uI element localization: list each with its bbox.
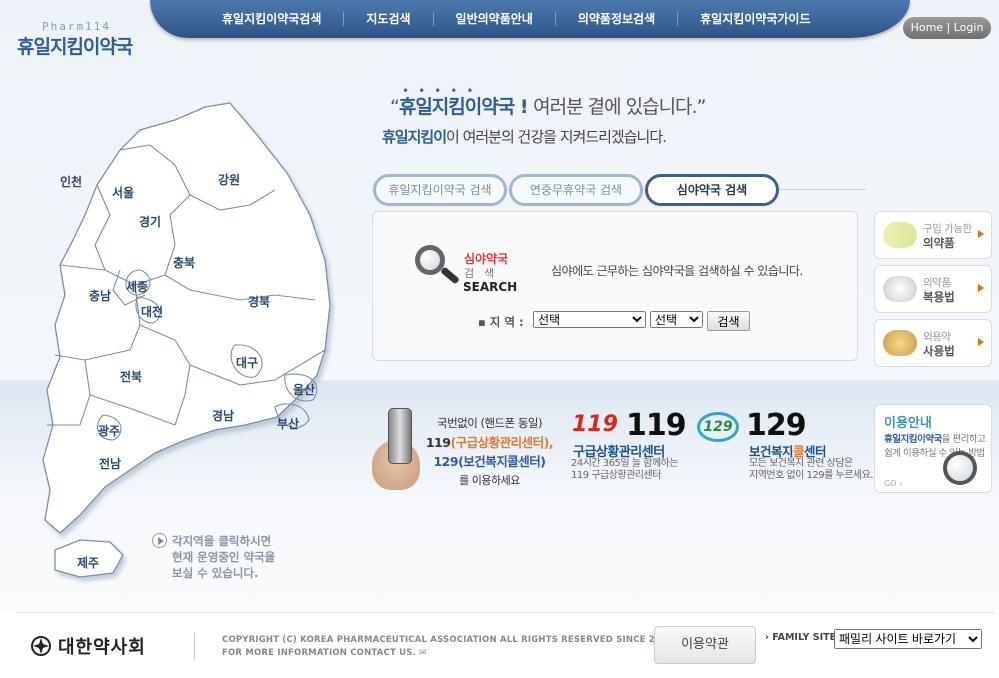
side-dosage[interactable]: 의약품 복용법 (874, 265, 992, 313)
region-jeju[interactable]: 제주 (77, 554, 99, 571)
region-daegu[interactable]: 대구 (236, 354, 258, 371)
region-gyeonggi[interactable]: 경기 (139, 213, 161, 230)
kpa-emblem-icon (31, 636, 51, 656)
nav-otc-guide[interactable]: 일반의약품안내 (432, 12, 555, 26)
region-gyeongbuk[interactable]: 경북 (248, 293, 270, 310)
slogan-line2: 휴일지킴이이 여러분의 건강을 지켜드리겠습니다. (382, 128, 667, 146)
region-chungbuk[interactable]: 충북 (173, 254, 195, 271)
copyright: COPYRIGHT (C) KOREA PHARMACEUTICAL ASSOC… (222, 635, 674, 658)
region-daejeon[interactable]: 대전 (141, 303, 163, 320)
region-jeonnam[interactable]: 전남 (99, 455, 121, 472)
129-logo: 129 (697, 412, 739, 442)
usage-guide-box[interactable]: 이용안내 휴일지킴이약국을 편리하고 쉽게 이용하실 수 있는 방법 GO › (874, 404, 992, 493)
mail-icon[interactable]: ✉ (419, 648, 426, 658)
region-ulsan[interactable]: 울산 (293, 381, 315, 398)
region-busan[interactable]: 부산 (277, 415, 299, 432)
ointment-icon (883, 330, 917, 356)
magnifier-icon (943, 451, 977, 485)
nav-map-search[interactable]: 지도검색 (343, 12, 432, 26)
family-site-select[interactable]: 패밀리 사이트 바로가기 (834, 629, 982, 649)
side-external-use[interactable]: 외용약 사용법 (874, 319, 992, 367)
side-available-medicine[interactable]: 구입 가능한 의약품 (874, 211, 992, 259)
region-gwangju[interactable]: 광주 (98, 422, 120, 439)
arrow-right-icon (978, 230, 984, 238)
region-gyeongnam[interactable]: 경남 (212, 407, 234, 424)
tab-holiday-search[interactable]: 휴일지킴이약국 검색 (373, 174, 507, 206)
region-field-label: ▪ 지 역 : (478, 315, 524, 329)
region-seoul[interactable]: 서울 (112, 184, 134, 201)
nav-drug-info[interactable]: 의약품정보검색 (554, 12, 677, 26)
family-site-label: › FAMILY SITE (765, 632, 837, 643)
emergency-info: 국번없이 (핸드폰 동일) 119(구급상황관리센터), 129(보건복지콜센터… (425, 416, 554, 487)
search-title-grey: 검색 (464, 267, 505, 280)
pill-icon (883, 222, 917, 248)
129-number: 129 (746, 408, 807, 443)
terms-button[interactable]: 이용약관 (654, 626, 756, 664)
korea-map (42, 102, 331, 578)
region-select-secondary[interactable]: 선택 (650, 311, 703, 328)
search-title-en: SEARCH (463, 280, 518, 294)
129-description: 모든 보건복지 관련 상담은 지역번호 없이 129를 누르세요. (749, 458, 874, 481)
home-login-button[interactable]: Home | Login (903, 17, 991, 39)
region-select-primary[interactable]: 선택 (533, 311, 646, 328)
region-incheon[interactable]: 인천 (60, 173, 82, 190)
site-logo[interactable]: 휴일지킴이약국 (17, 32, 133, 59)
phone-icon (388, 408, 412, 464)
main-nav: 휴일지킴이약국검색 지도검색 일반의약품안내 의약품정보검색 휴일지킴이약국가이… (150, 0, 910, 38)
org-name: 대한약사회 (58, 637, 146, 658)
guide-go-link[interactable]: GO › (884, 479, 902, 488)
119-logo: 119 (572, 412, 618, 437)
footer-divider (16, 612, 994, 613)
search-description: 심야에도 근무하는 심야약국을 검색하실 수 있습니다. (551, 264, 803, 278)
footer-separator (194, 633, 195, 659)
search-button[interactable]: 검색 (707, 311, 750, 331)
region-chungnam[interactable]: 충남 (89, 287, 111, 304)
119-description: 24시간 365일 늘 함께하는 119 구급상황관리센터 (571, 458, 678, 481)
guide-title: 이용안내 (884, 416, 932, 431)
slogan-line1: “휴일지킴이약국 ! 여러분 곁에 있습니다.” (390, 96, 706, 118)
region-sejong[interactable]: 세종 (126, 278, 148, 295)
nav-holiday-search[interactable]: 휴일지킴이약국검색 (200, 12, 343, 26)
play-icon (152, 533, 167, 548)
119-number: 119 (626, 408, 687, 443)
tab-night-search[interactable]: 심야약국 검색 (645, 174, 779, 206)
tab-yearround-search[interactable]: 연중무휴약국 검색 (509, 174, 643, 206)
map-hint: 각지역을 클릭하시면 현재 운영중인 약국을 보실 수 있습니다. (172, 534, 276, 580)
nav-pharmacy-guide[interactable]: 휴일지킴이약국가이드 (677, 12, 832, 26)
region-jeonbuk[interactable]: 전북 (120, 368, 142, 385)
arrow-right-icon (978, 284, 984, 292)
region-gangwon[interactable]: 강원 (218, 171, 240, 188)
arrow-right-icon (978, 338, 984, 346)
search-panel (372, 211, 858, 361)
mortar-icon (883, 276, 917, 302)
